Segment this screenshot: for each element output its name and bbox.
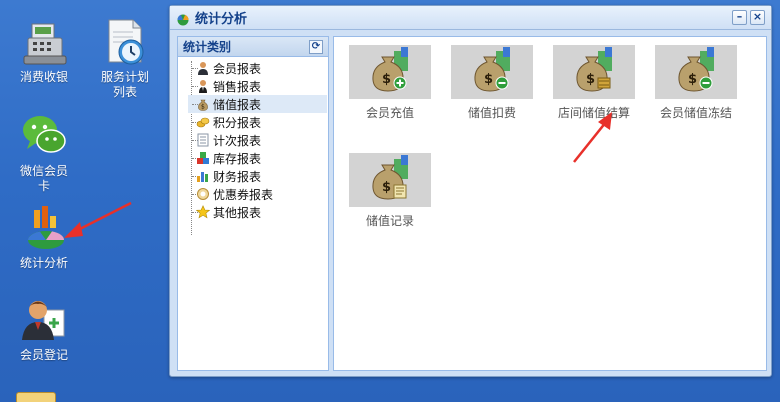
statistics-window: 统计分析 – × 统计类别 ⟳ 会员报表 销售报表 $ 储值报表 积分报表 计次… bbox=[169, 5, 772, 377]
tree-item-label: 会员报表 bbox=[213, 61, 262, 76]
tree-item-coupon-report[interactable]: 优惠券报表 bbox=[188, 185, 328, 203]
tree-item-member-report[interactable]: 会员报表 bbox=[188, 59, 328, 77]
svg-text:$: $ bbox=[382, 180, 391, 195]
tile-inter-store-settlement[interactable]: $ 店间储值结算 bbox=[552, 45, 636, 121]
bar-chart-icon bbox=[196, 169, 210, 183]
desktop-icon-label: 会员登记 bbox=[19, 348, 68, 362]
tile-label: 会员储值冻结 bbox=[659, 106, 732, 120]
tile-label: 店间储值结算 bbox=[557, 106, 630, 120]
desktop-icon-label: 统计分析 bbox=[19, 256, 68, 270]
list-icon bbox=[196, 133, 210, 147]
desktop-icon-label: 微信会员卡 bbox=[19, 164, 68, 193]
coupon-icon bbox=[196, 187, 210, 201]
tree-item-inventory-report[interactable]: 库存报表 bbox=[188, 149, 328, 167]
wechat-icon bbox=[16, 110, 72, 162]
report-content-panel: $ 会员充值 $ 储值扣费 $ 店间储值结算 $ 会员储值冻结 $ 储值记录 bbox=[333, 36, 767, 371]
svg-text:$: $ bbox=[688, 72, 697, 87]
close-button[interactable]: × bbox=[750, 10, 765, 25]
tree-item-points-report[interactable]: 积分报表 bbox=[188, 113, 328, 131]
window-title: 统计分析 bbox=[195, 12, 248, 27]
tree-item-sales-report[interactable]: 销售报表 bbox=[188, 77, 328, 95]
category-panel: 统计类别 ⟳ 会员报表 销售报表 $ 储值报表 积分报表 计次报表 库存报表 财… bbox=[177, 36, 329, 371]
cash-register-icon bbox=[16, 16, 72, 68]
window-titlebar[interactable]: 统计分析 – × bbox=[170, 6, 771, 30]
tree-item-label: 储值报表 bbox=[213, 97, 262, 112]
svg-text:$: $ bbox=[586, 72, 595, 87]
category-panel-header: 统计类别 ⟳ bbox=[178, 37, 328, 57]
money-bag-plus-icon: $ bbox=[349, 45, 431, 99]
coins-icon bbox=[196, 115, 210, 129]
money-bag-record-icon: $ bbox=[349, 153, 431, 207]
svg-text:$: $ bbox=[484, 72, 493, 87]
tile-stored-value-freeze[interactable]: $ 会员储值冻结 bbox=[654, 45, 738, 121]
desktop-icon-member-register[interactable]: 会员登记 bbox=[2, 294, 86, 363]
star-icon bbox=[195, 205, 211, 219]
tile-label: 储值记录 bbox=[365, 214, 414, 228]
tile-member-recharge[interactable]: $ 会员充值 bbox=[348, 45, 432, 121]
tile-stored-value-record[interactable]: $ 储值记录 bbox=[348, 153, 432, 229]
salesperson-icon bbox=[196, 79, 210, 93]
minimize-button[interactable]: – bbox=[732, 10, 747, 25]
tree-item-label: 财务报表 bbox=[213, 169, 262, 184]
chart-pie-icon bbox=[16, 202, 72, 254]
money-bag-icon: $ bbox=[196, 97, 210, 111]
tree-item-label: 库存报表 bbox=[213, 151, 262, 166]
tree-item-label: 积分报表 bbox=[213, 115, 262, 130]
tree-item-label: 其他报表 bbox=[213, 205, 262, 220]
refresh-icon[interactable]: ⟳ bbox=[309, 39, 323, 54]
tree-item-count-report[interactable]: 计次报表 bbox=[188, 131, 328, 149]
folder-icon bbox=[16, 392, 56, 402]
tile-stored-value-deduction[interactable]: $ 储值扣费 bbox=[450, 45, 534, 121]
desktop-icon-label: 服务计划列表 bbox=[100, 70, 149, 99]
tree-item-label: 销售报表 bbox=[213, 79, 262, 94]
money-bag-transfer-icon: $ bbox=[553, 45, 635, 99]
tree-item-label: 优惠券报表 bbox=[213, 187, 274, 202]
tree-item-stored-value-report[interactable]: $ 储值报表 bbox=[188, 95, 327, 113]
desktop-icon-wechat-card[interactable]: 微信会员卡 bbox=[2, 110, 86, 194]
category-panel-title: 统计类别 bbox=[183, 40, 232, 54]
desktop-icon-statistics[interactable]: 统计分析 bbox=[2, 202, 86, 271]
boxes-icon bbox=[196, 151, 210, 165]
tree-item-finance-report[interactable]: 财务报表 bbox=[188, 167, 328, 185]
desktop-icon-label: 消费收银 bbox=[19, 70, 68, 84]
category-tree: 会员报表 销售报表 $ 储值报表 积分报表 计次报表 库存报表 财务报表 优惠券… bbox=[178, 57, 328, 235]
tile-label: 会员充值 bbox=[365, 106, 414, 120]
desktop-icon-checkout[interactable]: 消费收银 bbox=[2, 16, 86, 85]
desktop-icon-partial[interactable] bbox=[16, 392, 60, 402]
money-bag-minus-icon: $ bbox=[451, 45, 533, 99]
svg-text:$: $ bbox=[382, 72, 391, 87]
tree-item-other-report[interactable]: 其他报表 bbox=[188, 203, 328, 221]
member-add-icon bbox=[16, 294, 72, 346]
person-icon bbox=[196, 61, 210, 75]
tile-label: 储值扣费 bbox=[467, 106, 516, 120]
money-bag-freeze-icon: $ bbox=[655, 45, 737, 99]
svg-text:$: $ bbox=[201, 104, 205, 111]
chart-pie-icon bbox=[176, 11, 190, 25]
desktop-icon-service-plan[interactable]: 服务计划列表 bbox=[83, 16, 167, 100]
tree-item-label: 计次报表 bbox=[213, 133, 262, 148]
schedule-clock-icon bbox=[97, 16, 153, 68]
